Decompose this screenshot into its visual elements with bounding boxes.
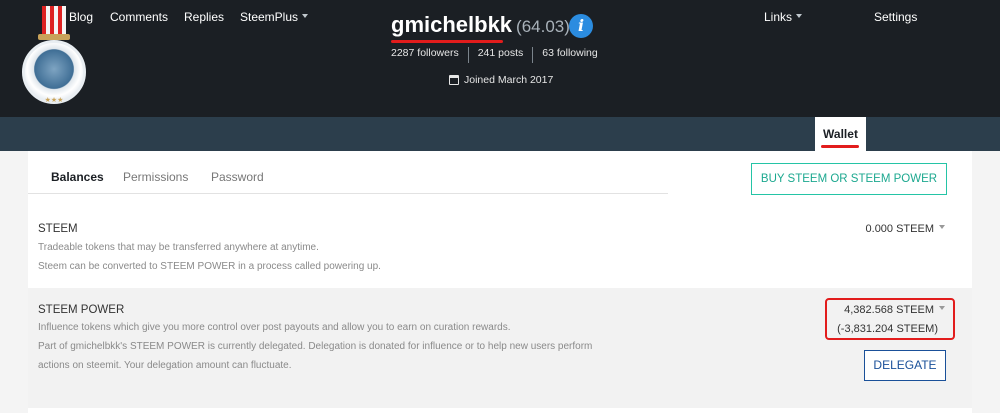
profile-stats: 2287 followers 241 posts 63 following [391,47,607,63]
steem-power-description-3: actions on steemit. Your delegation amou… [38,360,292,371]
steem-description-2: Steem can be converted to STEEM POWER in… [38,261,381,272]
steem-balance-value: 0.000 STEEM [865,223,934,235]
buy-steem-button[interactable]: BUY STEEM OR STEEM POWER [751,163,947,195]
steem-title: STEEM [38,223,78,235]
wallet-annotation-underline [821,145,859,148]
balance-annotation-box [825,298,955,340]
nav-steemplus[interactable]: SteemPlus [240,0,309,34]
steem-power-description-1: Influence tokens which give you more con… [38,322,511,333]
following-count[interactable]: 63 following [532,47,606,63]
nav-steemplus-label: SteemPlus [240,10,299,24]
steem-power-title: STEEM POWER [38,304,125,316]
delegate-button[interactable]: DELEGATE [864,350,946,381]
nav-links-label: Links [764,10,793,24]
nav-blog[interactable]: Blog [69,0,93,34]
stars-icon: ★★★ [44,97,64,104]
reputation-score: (64.03) [516,17,570,36]
posts-count[interactable]: 241 posts [467,47,533,63]
joined-date: Joined March 2017 [449,74,553,86]
tab-balances[interactable]: Balances [51,170,104,184]
steem-power-description-2: Part of gmichelbkk's STEEM POWER is curr… [38,341,593,352]
nav-comments[interactable]: Comments [110,0,168,34]
profile-name: gmichelbkk (64.03) [391,12,570,42]
wallet-tabs: Balances Permissions Password [28,156,668,194]
avatar[interactable] [22,40,86,104]
info-icon[interactable]: i [569,14,593,38]
joined-label: Joined March 2017 [464,74,554,86]
chevron-down-icon [939,225,945,230]
nav-replies[interactable]: Replies [184,0,224,34]
username: gmichelbkk [391,12,513,37]
followers-count[interactable]: 2287 followers [391,47,468,63]
nav-links[interactable]: Links [764,0,803,34]
medal-ribbon-icon [42,6,66,36]
chevron-down-icon [796,13,803,18]
tab-password[interactable]: Password [211,170,264,184]
username-annotation-underline [391,40,503,43]
tab-permissions[interactable]: Permissions [123,170,188,184]
nav-settings[interactable]: Settings [874,0,917,34]
calendar-icon [449,75,459,85]
steem-balance[interactable]: 0.000 STEEM [840,223,945,235]
chevron-down-icon [302,13,309,18]
steem-description-1: Tradeable tokens that may be transferred… [38,242,319,253]
